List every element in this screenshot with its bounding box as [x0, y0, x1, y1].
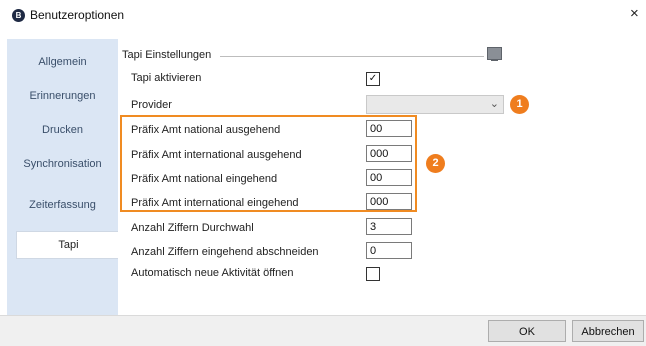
- window-title: Benutzeroptionen: [30, 8, 125, 22]
- sidebar-item-drucken[interactable]: Drucken: [7, 117, 118, 143]
- auto-open-activity-checkbox[interactable]: [366, 267, 380, 281]
- digits-extension-input[interactable]: 3: [366, 218, 412, 235]
- computer-icon: [487, 47, 502, 61]
- digits-extension-label: Anzahl Ziffern Durchwahl: [131, 222, 254, 234]
- cancel-button[interactable]: Abbrechen: [572, 320, 644, 342]
- annotation-badge-1: 1: [510, 95, 529, 114]
- provider-select[interactable]: ⌄: [366, 95, 504, 114]
- digits-incoming-trim-label: Anzahl Ziffern eingehend abschneiden: [131, 246, 319, 258]
- auto-open-activity-label: Automatisch neue Aktivität öffnen: [131, 267, 294, 279]
- sidebar-item-zeiterfassung[interactable]: Zeiterfassung: [7, 192, 118, 218]
- group-title: Tapi Einstellungen: [122, 49, 212, 61]
- sidebar-item-tapi[interactable]: Tapi: [16, 231, 120, 259]
- chevron-down-icon: ⌄: [489, 98, 499, 110]
- sidebar-item-synchronisation[interactable]: Synchronisation: [7, 151, 118, 177]
- ok-button[interactable]: OK: [488, 320, 566, 342]
- close-icon[interactable]: ×: [630, 6, 639, 22]
- sidebar-item-allgemein[interactable]: Allgemein: [7, 49, 118, 75]
- title-bar: B Benutzeroptionen ×: [0, 0, 646, 30]
- digits-incoming-trim-input[interactable]: 0: [366, 242, 412, 259]
- provider-label: Provider: [131, 99, 172, 111]
- highlight-box: [120, 115, 417, 212]
- tapi-activate-checkbox[interactable]: ✓: [366, 72, 380, 86]
- app-logo-icon: B: [12, 9, 25, 22]
- sidebar-item-erinnerungen[interactable]: Erinnerungen: [7, 83, 118, 109]
- annotation-badge-2: 2: [426, 154, 445, 173]
- group-divider: [220, 56, 484, 57]
- tapi-activate-label: Tapi aktivieren: [131, 72, 202, 84]
- options-sidebar: Allgemein Erinnerungen Drucken Synchroni…: [7, 39, 120, 315]
